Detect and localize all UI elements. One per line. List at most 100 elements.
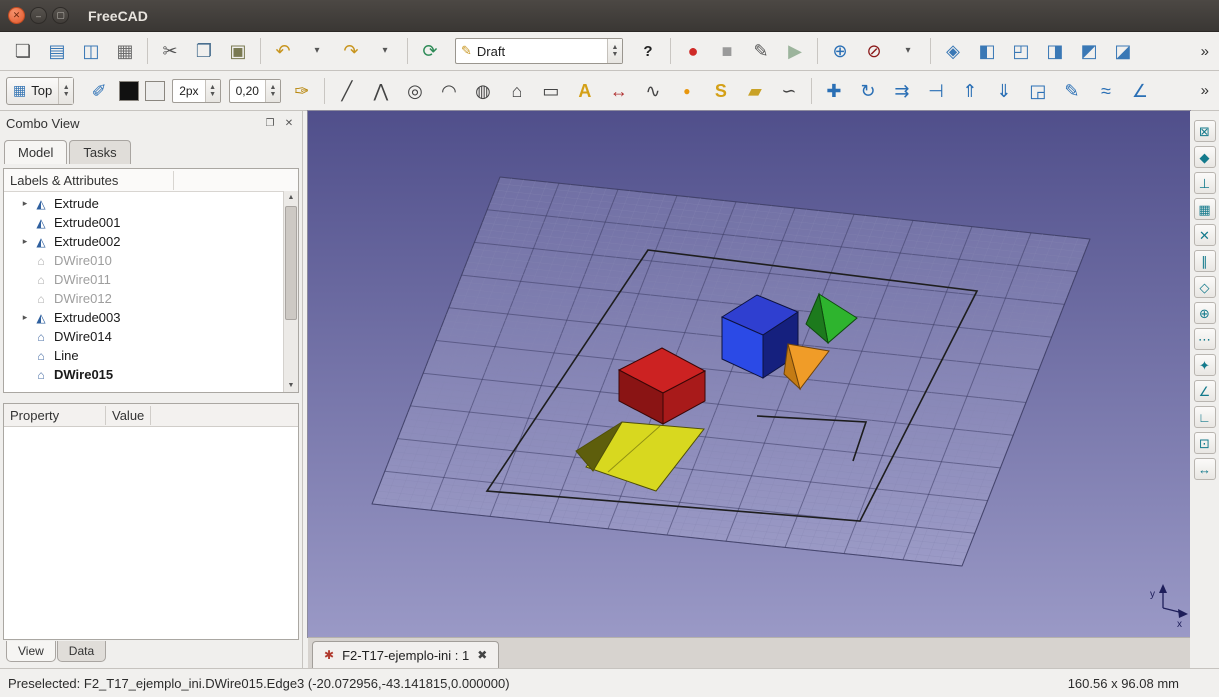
draft-rectangle-icon[interactable]: ▭	[534, 76, 568, 106]
redo-icon[interactable]: ↷	[334, 36, 368, 66]
snap-endpoint-icon[interactable]: ◆	[1194, 146, 1216, 168]
snap-special-icon[interactable]: ✦	[1194, 354, 1216, 376]
snap-angle-icon[interactable]: ∠	[1194, 380, 1216, 402]
view-front-icon[interactable]: ◧	[970, 36, 1004, 66]
snap-intersection-icon[interactable]: ✕	[1194, 224, 1216, 246]
workbench-selector-spinner[interactable]: ▲▼	[607, 39, 622, 63]
new-file-icon[interactable]: ❏	[6, 36, 40, 66]
save-icon[interactable]: ◫	[74, 36, 108, 66]
draft-shapestring-icon[interactable]: S	[704, 76, 738, 106]
tab-data[interactable]: Data	[57, 641, 106, 662]
draft-shape2dview-icon[interactable]: ∠	[1123, 76, 1157, 106]
whats-this-icon[interactable]: ?	[631, 36, 665, 66]
tree-item[interactable]: ▸ ◭ Extrude002	[4, 232, 284, 251]
zoom-fit-icon[interactable]: ⊕	[823, 36, 857, 66]
draft-edit-icon[interactable]: ✎	[1055, 76, 1089, 106]
tree-item[interactable]: ⌂ DWire011	[4, 270, 284, 289]
3d-viewport[interactable]: x y	[308, 111, 1190, 637]
tree-item[interactable]: ▸ ◭ Extrude003	[4, 308, 284, 327]
draft-move-icon[interactable]: ✚	[817, 76, 851, 106]
snap-midpoint-icon[interactable]: ◇	[1194, 276, 1216, 298]
draft-offset-icon[interactable]: ⇉	[885, 76, 919, 106]
document-tab-close-icon[interactable]: ✖	[477, 648, 487, 662]
view-axonometric-icon[interactable]: ◈	[936, 36, 970, 66]
view-top-icon[interactable]: ◰	[1004, 36, 1038, 66]
close-window-button[interactable]: ✕	[8, 7, 25, 24]
tree-item[interactable]: ⌂ DWire015	[4, 365, 284, 384]
macro-record-icon[interactable]: ●	[676, 36, 710, 66]
working-plane-spinner[interactable]: ▲▼	[58, 78, 73, 104]
tree-item[interactable]: ◭ Extrude001	[4, 213, 284, 232]
draft-line-icon[interactable]: ╱	[330, 76, 364, 106]
panel-close-icon[interactable]: ✕	[281, 115, 297, 131]
tab-model[interactable]: Model	[4, 140, 67, 164]
draft-downgrade-icon[interactable]: ⇓	[987, 76, 1021, 106]
tree-scrollbar[interactable]: ▲ ▼	[283, 191, 298, 392]
draft-arc-icon[interactable]: ◠	[432, 76, 466, 106]
undo-icon[interactable]: ↶	[266, 36, 300, 66]
draft-ellipse-icon[interactable]: ◍	[466, 76, 500, 106]
tree-item[interactable]: ⌂ DWire014	[4, 327, 284, 346]
line-color-swatch[interactable]	[119, 81, 139, 101]
tree-item[interactable]: ▸ ◭ Extrude	[4, 194, 284, 213]
tree-item[interactable]: ⌂ DWire012	[4, 289, 284, 308]
paste-icon[interactable]: ▣	[221, 36, 255, 66]
draft-wire-icon[interactable]: ⋀	[364, 76, 398, 106]
print-icon[interactable]: ▦	[108, 36, 142, 66]
undo-dropdown-icon[interactable]: ▾	[300, 36, 334, 66]
draft-rotate-icon[interactable]: ↻	[851, 76, 885, 106]
draft-bspline-icon[interactable]: ∿	[636, 76, 670, 106]
workbench-selector[interactable]: ✎ Draft ▲▼	[455, 38, 623, 64]
tab-view[interactable]: View	[6, 641, 56, 662]
draft-polygon-icon[interactable]: ⌂	[500, 76, 534, 106]
snap-lock-icon[interactable]: ⊠	[1194, 120, 1216, 142]
toolbar-overflow-chevron[interactable]: »	[1197, 82, 1213, 99]
draft-scale-icon[interactable]: ◲	[1021, 76, 1055, 106]
line-width-spinbox[interactable]: 2px ▲▼	[172, 79, 220, 103]
apply-style-icon[interactable]: ✑	[285, 76, 319, 106]
redo-dropdown-icon[interactable]: ▾	[368, 36, 402, 66]
tab-tasks[interactable]: Tasks	[69, 140, 130, 164]
toolbar-overflow-chevron[interactable]: »	[1197, 43, 1213, 60]
draft-facebinder-icon[interactable]: ▰	[738, 76, 772, 106]
macro-edit-icon[interactable]: ✎	[744, 36, 778, 66]
draw-style-dropdown-icon[interactable]: ▾	[891, 36, 925, 66]
snap-grid-icon[interactable]: ▦	[1194, 198, 1216, 220]
macro-execute-icon[interactable]: ▶	[778, 36, 812, 66]
macro-stop-icon[interactable]: ■	[710, 36, 744, 66]
draft-point-icon[interactable]: ●	[670, 76, 704, 106]
view-bottom-icon[interactable]: ◪	[1106, 36, 1140, 66]
tree-item[interactable]: ⌂ DWire010	[4, 251, 284, 270]
snap-extension-icon[interactable]: ⋯	[1194, 328, 1216, 350]
scroll-up-icon[interactable]: ▲	[284, 191, 298, 204]
copy-icon[interactable]: ❐	[187, 36, 221, 66]
scroll-down-icon[interactable]: ▼	[284, 379, 298, 392]
draft-circle-icon[interactable]: ◎	[398, 76, 432, 106]
snap-working-plane-icon[interactable]: ⊡	[1194, 432, 1216, 454]
draft-text-icon[interactable]: A	[568, 76, 602, 106]
cut-icon[interactable]: ✂	[153, 36, 187, 66]
snap-parallel-icon[interactable]: ∥	[1194, 250, 1216, 272]
scrollbar-thumb[interactable]	[285, 206, 297, 320]
draft-bezier-icon[interactable]: ∽	[772, 76, 806, 106]
document-tab[interactable]: ✱ F2-T17-ejemplo-ini : 1 ✖	[312, 641, 499, 668]
face-color-swatch[interactable]	[145, 81, 165, 101]
draft-wire2bspline-icon[interactable]: ≈	[1089, 76, 1123, 106]
draft-dimension-icon[interactable]: ↔	[602, 76, 636, 106]
draft-trim-icon[interactable]: ⊣	[919, 76, 953, 106]
working-plane-button[interactable]: ▦ Top ▲▼	[6, 77, 74, 105]
minimize-window-button[interactable]: –	[30, 7, 47, 24]
view-right-icon[interactable]: ◨	[1038, 36, 1072, 66]
scale-spinbox[interactable]: 0,20 ▲▼	[229, 79, 281, 103]
tree-item[interactable]: ⌂ Line	[4, 346, 284, 365]
draw-style-icon[interactable]: ⊘	[857, 36, 891, 66]
view-rear-icon[interactable]: ◩	[1072, 36, 1106, 66]
open-folder-icon[interactable]: ▤	[40, 36, 74, 66]
snap-perpendicular-icon[interactable]: ⊥	[1194, 172, 1216, 194]
construction-mode-icon[interactable]: ✐	[82, 76, 116, 106]
draft-upgrade-icon[interactable]: ⇑	[953, 76, 987, 106]
snap-ortho-icon[interactable]: ∟	[1194, 406, 1216, 428]
expand-arrow-icon[interactable]: ▸	[18, 198, 32, 209]
refresh-icon[interactable]: ⟳	[413, 36, 447, 66]
snap-dimensions-icon[interactable]: ↔	[1194, 458, 1216, 480]
